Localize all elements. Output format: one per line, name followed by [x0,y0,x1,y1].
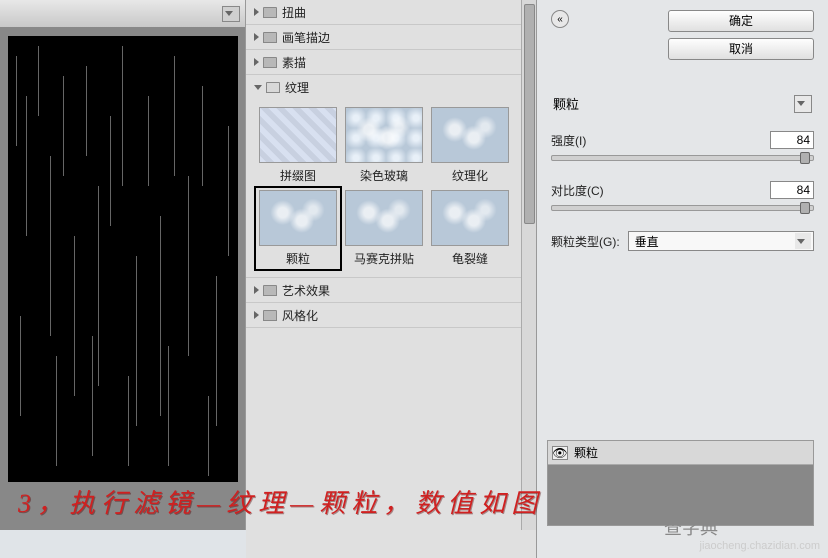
category-distort: 扭曲 [246,0,521,25]
grain-type-label: 颗粒类型(G): [551,233,620,250]
category-label: 画笔描边 [282,29,330,46]
thumb-label: 拼缀图 [280,167,316,184]
eye-icon: 👁 [552,446,567,460]
thumb-patchwork[interactable]: 拼缀图 [256,105,340,186]
preview-pane [0,0,246,530]
thumb-label: 龟裂缝 [452,250,488,267]
folder-icon [263,310,277,321]
cancel-button[interactable]: 取消 [668,38,814,60]
thumb-image [259,107,337,163]
param-intensity: 强度(I) [551,131,814,161]
thumb-image [345,107,423,163]
category-header-distort[interactable]: 扭曲 [246,0,521,24]
contrast-input[interactable] [770,181,814,199]
folder-icon [263,32,277,43]
category-label: 艺术效果 [282,282,330,299]
thumb-label: 染色玻璃 [360,167,408,184]
settings-pane: « 确定 取消 颗粒 强度(I) 对比度(C) [537,0,828,558]
thumb-label: 马赛克拼贴 [354,250,414,267]
ok-button[interactable]: 确定 [668,10,814,32]
filter-scrollbar[interactable] [521,0,536,530]
chevron-down-icon [797,101,805,106]
grain-type-value: 垂直 [635,233,659,250]
chevron-right-icon [254,58,259,66]
select-arrow [795,233,811,249]
thumb-craquelure[interactable]: 龟裂缝 [428,188,512,269]
param-grain-type: 颗粒类型(G): 垂直 [551,231,814,251]
intensity-input[interactable] [770,131,814,149]
current-filter-name: 颗粒 [553,94,579,113]
chevron-right-icon [254,33,259,41]
grain-type-select[interactable]: 垂直 [628,231,814,251]
filter-category-pane: 扭曲 画笔描边 素描 [246,0,537,558]
chevron-right-icon [254,311,259,319]
thumb-label: 纹理化 [452,167,488,184]
folder-icon [263,7,277,18]
collapse-button[interactable]: « [551,10,569,28]
thumb-stained-glass[interactable]: 染色玻璃 [342,105,426,186]
double-chevron-icon: « [557,14,563,25]
filter-dropdown-button[interactable] [794,95,812,113]
chevron-down-icon [254,85,262,90]
preview-menu-button[interactable] [222,6,240,22]
param-contrast: 对比度(C) [551,181,814,211]
effect-layers-panel: 👁 颗粒 [547,440,814,526]
effect-layer-name: 颗粒 [574,444,598,461]
filter-gallery-window: 扭曲 画笔描边 素描 [0,0,828,558]
folder-icon [263,285,277,296]
thumb-image [345,190,423,246]
category-label: 纹理 [285,79,309,96]
preview-image[interactable] [8,36,238,482]
folder-open-icon [266,82,280,93]
thumb-image [259,190,337,246]
category-header-stylize[interactable]: 风格化 [246,303,521,327]
category-label: 风格化 [282,307,318,324]
intensity-label: 强度(I) [551,132,586,149]
thumb-grain[interactable]: 颗粒 [256,188,340,269]
contrast-slider[interactable] [551,205,814,211]
chevron-right-icon [254,286,259,294]
category-header-artistic[interactable]: 艺术效果 [246,278,521,302]
filter-name-row: 颗粒 [551,94,814,113]
category-texture: 纹理 拼缀图 染色玻璃 纹理化 [246,75,521,278]
visibility-eye-icon[interactable]: 👁 [552,446,568,460]
contrast-label: 对比度(C) [551,182,604,199]
category-header-brush[interactable]: 画笔描边 [246,25,521,49]
slider-thumb[interactable] [800,202,810,214]
category-header-texture[interactable]: 纹理 [246,75,521,99]
category-sketch: 素描 [246,50,521,75]
intensity-slider[interactable] [551,155,814,161]
category-stylize: 风格化 [246,303,521,328]
thumb-image [431,190,509,246]
chevron-down-icon [225,11,233,16]
category-label: 素描 [282,54,306,71]
thumb-mosaic-tiles[interactable]: 马赛克拼贴 [342,188,426,269]
preview-toolbar [0,0,245,28]
effect-layer-row[interactable]: 👁 颗粒 [548,441,813,465]
filter-list: 扭曲 画笔描边 素描 [246,0,521,530]
thumb-texturizer[interactable]: 纹理化 [428,105,512,186]
category-artistic: 艺术效果 [246,278,521,303]
slider-thumb[interactable] [800,152,810,164]
category-brush: 画笔描边 [246,25,521,50]
scrollbar-thumb[interactable] [524,4,535,224]
category-label: 扭曲 [282,4,306,21]
folder-icon [263,57,277,68]
thumb-label: 颗粒 [286,250,310,267]
chevron-right-icon [254,8,259,16]
category-header-sketch[interactable]: 素描 [246,50,521,74]
chevron-down-icon [797,239,805,244]
thumb-image [431,107,509,163]
texture-thumbs: 拼缀图 染色玻璃 纹理化 颗粒 [246,99,521,277]
